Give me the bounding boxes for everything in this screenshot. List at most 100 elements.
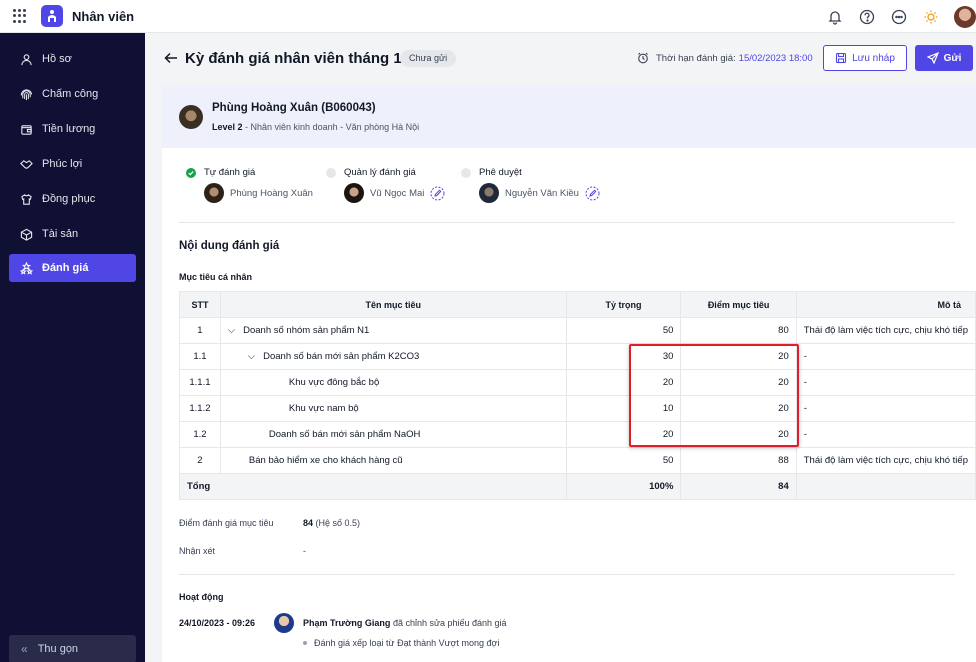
wallet-icon: [19, 122, 33, 136]
step-manager-review: Quản lý đánh giá Vũ Ngọc Mai: [326, 167, 445, 203]
sidebar-item-label: Đánh giá: [42, 262, 89, 274]
sidebar-item-cham-cong[interactable]: Chấm công: [9, 80, 136, 108]
activity-action: đã chỉnh sửa phiếu đánh giá: [390, 618, 507, 628]
pending-circle-icon: [461, 167, 471, 178]
step-person: Nguyễn Văn Kiều: [505, 187, 579, 199]
employee-name: Phùng Hoàng Xuân (B060043): [212, 102, 376, 114]
sidebar: Hồ sơ Chấm công Tiền lương Phúc lợi Đồng…: [0, 33, 145, 662]
sidebar-item-label: Tiền lương: [42, 123, 96, 135]
cell-description: -: [795, 395, 976, 422]
lightbulb-icon[interactable]: [922, 8, 940, 26]
chat-icon[interactable]: [890, 8, 908, 26]
help-icon[interactable]: [858, 8, 876, 26]
table-header-row: STT Tên mục tiêu Tỷ trọng Điểm mục tiêu …: [179, 291, 976, 318]
column-header-score: Điểm mục tiêu: [680, 291, 797, 318]
save-draft-button[interactable]: Lưu nháp: [823, 45, 907, 71]
step-approval: Phê duyệt Nguyễn Văn Kiều: [461, 167, 600, 203]
cell-stt: 1: [179, 317, 221, 344]
sidebar-item-label: Tài sản: [42, 228, 79, 240]
activity-text: Phạm Trường Giang đã chỉnh sửa phiếu đán…: [303, 618, 507, 628]
deadline-value: 15/02/2023 18:00: [738, 52, 813, 64]
comment-value: -: [303, 546, 306, 556]
chevron-down-icon[interactable]: ⌵: [248, 351, 255, 362]
bullet-icon: [303, 641, 307, 645]
column-header-name: Tên mục tiêu: [219, 291, 567, 318]
send-label: Gửi: [943, 52, 962, 64]
employee-detail: - Nhân viên kinh doanh - Văn phòng Hà Nộ…: [242, 122, 420, 132]
cell-weight[interactable]: 50: [565, 317, 682, 344]
person-icon: [19, 52, 33, 66]
table-row[interactable]: 1 ⌵ Doanh số nhóm sản phẩm N1 50 80 Thái …: [179, 317, 976, 344]
activity-detail-text: Đánh giá xếp loại từ Đạt thành Vượt mong…: [314, 638, 500, 648]
cell-name: Khu vực nam bộ: [219, 395, 567, 422]
cell-name: ⌵ Doanh số bán mới sản phẩm K2CO3: [219, 343, 567, 370]
save-draft-label: Lưu nháp: [852, 52, 895, 64]
score-label: Điểm đánh giá mục tiêu: [179, 518, 274, 528]
highlight-box: [629, 344, 799, 447]
divider: [179, 222, 955, 223]
edit-person-icon[interactable]: [430, 186, 445, 201]
cell-description: -: [795, 421, 976, 448]
sidebar-item-phuc-loi[interactable]: Phúc lợi: [9, 150, 136, 178]
cell-description: -: [795, 343, 976, 370]
table-row[interactable]: 1.1 ⌵ Doanh số bán mới sản phẩm K2CO3 30 …: [179, 343, 976, 370]
avatar: [344, 183, 364, 203]
app-title: Nhân viên: [72, 8, 135, 24]
cell-description: Thái độ làm việc tích cực, chịu khó tiếp: [795, 317, 976, 344]
sidebar-item-dong-phuc[interactable]: Đồng phục: [9, 185, 136, 213]
section-title: Nội dung đánh giá: [179, 240, 280, 252]
sidebar-item-tai-san[interactable]: Tài sản: [9, 220, 136, 248]
score-number: 84: [303, 518, 314, 528]
collapse-button[interactable]: « Thu gọn: [9, 635, 136, 662]
page-header: Kỳ đánh giá nhân viên tháng 11 Chưa gửi …: [145, 33, 976, 85]
table-total-row: Tổng 100% 84: [179, 473, 976, 500]
comment-label: Nhận xét: [179, 546, 216, 556]
column-header-description: Mô tả: [795, 291, 976, 318]
check-circle-icon: [186, 167, 196, 178]
total-label: Tổng: [179, 473, 567, 500]
total-weight: 100%: [565, 473, 682, 500]
step-label: Tự đánh giá: [204, 167, 256, 178]
employee-subtitle: Level 2 - Nhân viên kinh doanh - Văn phò…: [212, 122, 419, 132]
back-arrow-icon[interactable]: [164, 51, 178, 67]
alarm-clock-icon: [637, 52, 649, 64]
goals-table: STT Tên mục tiêu Tỷ trọng Điểm mục tiêu …: [179, 291, 976, 500]
cell-name: Khu vực đông bắc bộ: [219, 369, 567, 396]
bell-icon[interactable]: [826, 8, 844, 26]
box-icon: [19, 227, 33, 241]
send-icon: [926, 52, 939, 64]
cell-score[interactable]: 88: [680, 447, 797, 474]
step-label: Phê duyệt: [479, 167, 522, 178]
edit-person-icon[interactable]: [585, 186, 600, 201]
handshake-icon: [19, 157, 33, 171]
sidebar-item-danh-gia[interactable]: Đánh giá: [9, 254, 136, 282]
app-grid-icon[interactable]: [13, 9, 27, 23]
table-row[interactable]: 1.1.1 Khu vực đông bắc bộ 20 20 -: [179, 369, 976, 396]
activity-actor: Phạm Trường Giang: [303, 618, 391, 628]
table-row[interactable]: 2 Bán bảo hiểm xe cho khách hàng cũ 50 8…: [179, 447, 976, 474]
user-avatar[interactable]: [954, 5, 976, 28]
avatar: [479, 183, 499, 203]
activity-title: Hoạt động: [179, 592, 224, 602]
cell-stt: 1.1: [179, 343, 221, 370]
main-content: Kỳ đánh giá nhân viên tháng 11 Chưa gửi …: [145, 33, 976, 662]
table-row[interactable]: 1.1.2 Khu vực nam bộ 10 20 -: [179, 395, 976, 422]
collapse-label: Thu gọn: [37, 643, 79, 655]
total-description: [795, 473, 976, 500]
status-badge: Chưa gửi: [400, 50, 457, 67]
cell-weight[interactable]: 50: [565, 447, 682, 474]
page-title: Kỳ đánh giá nhân viên tháng 11: [185, 50, 410, 67]
cell-score[interactable]: 80: [680, 317, 797, 344]
cell-stt: 2: [179, 447, 221, 474]
cell-stt: 1.1.2: [179, 395, 221, 422]
double-chevron-left-icon: «: [21, 642, 28, 656]
shirt-icon: [19, 192, 33, 206]
app-logo: [41, 5, 63, 27]
sidebar-item-ho-so[interactable]: Hồ sơ: [9, 45, 136, 73]
goal-name: Khu vực nam bộ: [288, 403, 359, 414]
send-button[interactable]: Gửi: [915, 45, 973, 71]
sidebar-item-tien-luong[interactable]: Tiền lương: [9, 115, 136, 143]
table-row[interactable]: 1.2 Doanh số bán mới sản phẩm NaOH 20 20…: [179, 421, 976, 448]
chevron-down-icon[interactable]: ⌵: [228, 325, 235, 336]
sidebar-item-label: Phúc lợi: [42, 158, 83, 170]
